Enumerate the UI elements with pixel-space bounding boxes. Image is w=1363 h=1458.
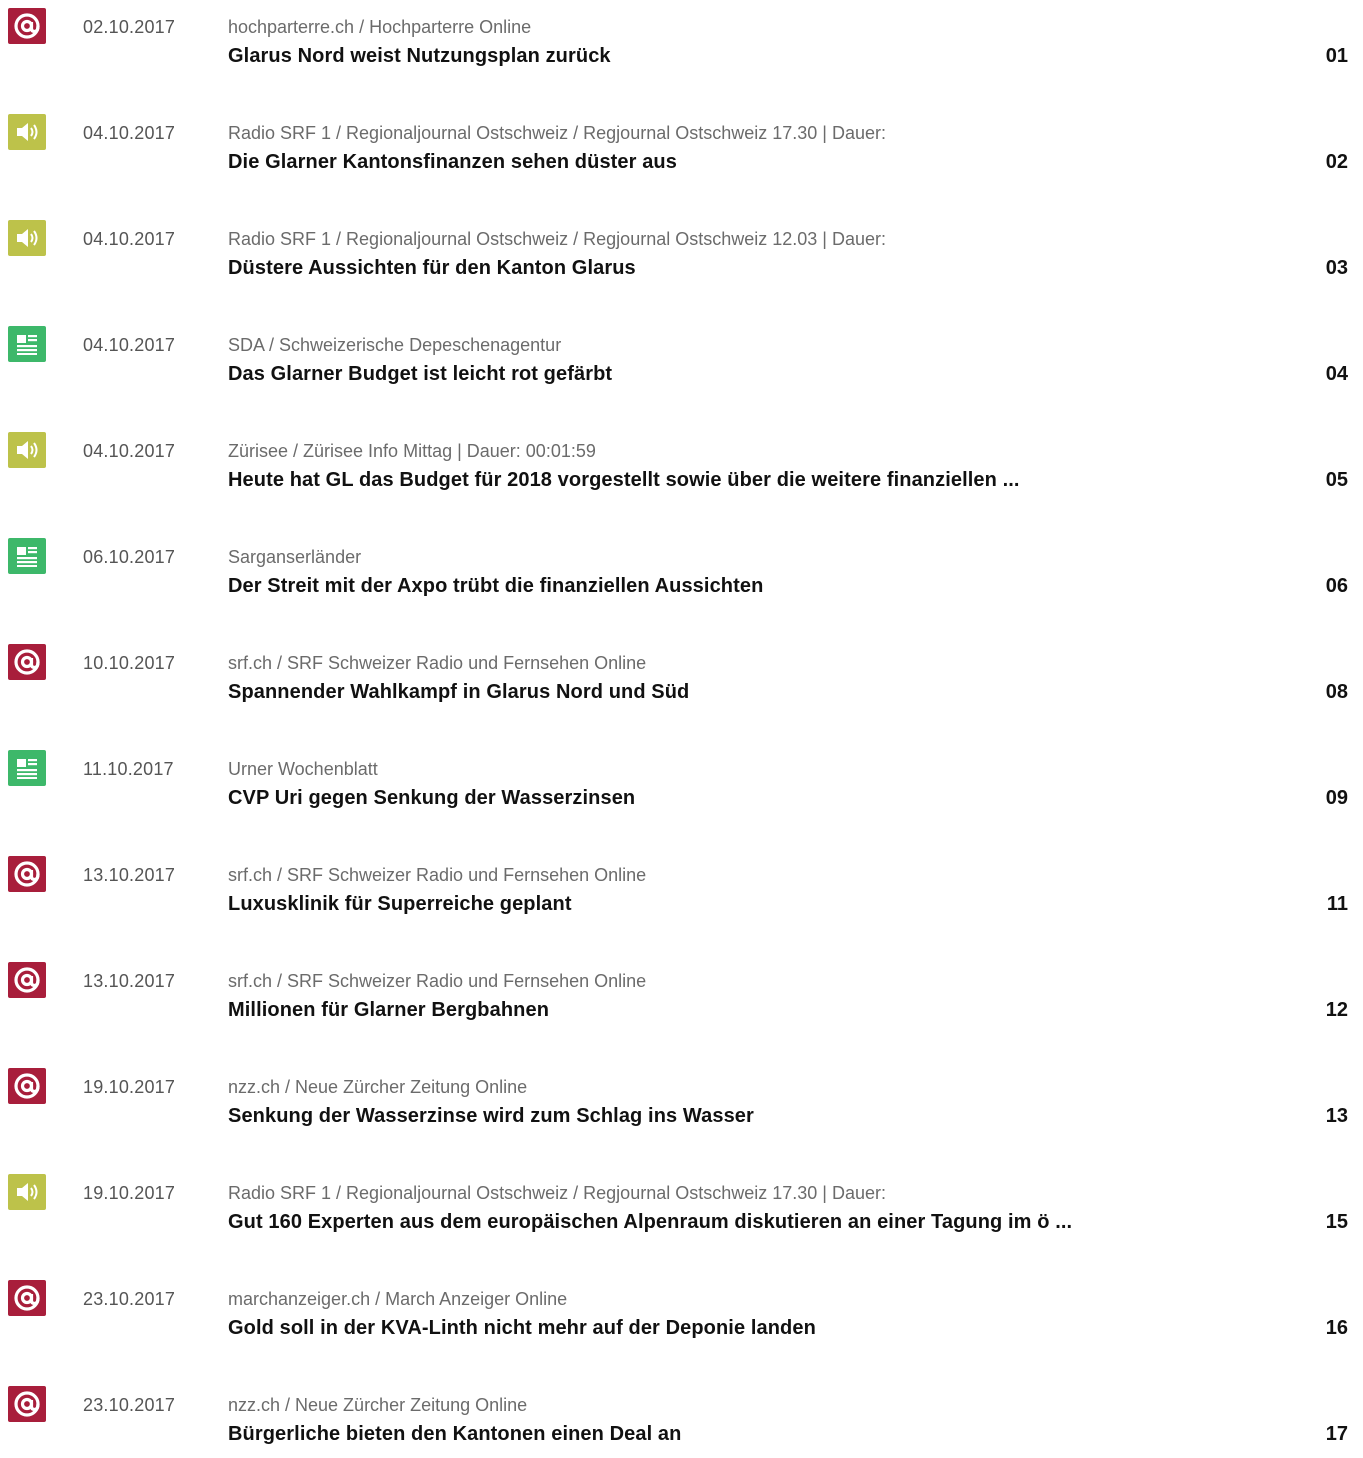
- item-title-link[interactable]: Gut 160 Experten aus dem europäischen Al…: [228, 1211, 1072, 1234]
- item-page-number[interactable]: 11: [1327, 893, 1348, 916]
- item-source: Urner Wochenblatt: [228, 759, 378, 779]
- item-source: Radio SRF 1 / Regionaljournal Ostschweiz…: [228, 123, 886, 143]
- item-date: 11.10.2017: [83, 759, 174, 779]
- at-sign-icon: [8, 1280, 46, 1316]
- item-title-link[interactable]: CVP Uri gegen Senkung der Wasserzinsen: [228, 787, 635, 810]
- list-item[interactable]: 13.10.2017 srf.ch / SRF Schweizer Radio u…: [0, 848, 1363, 928]
- item-source: Radio SRF 1 / Regionaljournal Ostschweiz…: [228, 1183, 886, 1203]
- item-date: 04.10.2017: [83, 229, 176, 249]
- item-page-number[interactable]: 03: [1326, 257, 1348, 280]
- item-source: srf.ch / SRF Schweizer Radio und Fernseh…: [228, 865, 647, 885]
- at-sign-icon: [8, 856, 46, 892]
- item-source: nzz.ch / Neue Zürcher Zeitung Online: [228, 1395, 528, 1415]
- list-item[interactable]: 02.10.2017 hochparterre.ch / Hochparterre…: [0, 0, 1363, 80]
- item-date: 06.10.2017: [83, 547, 176, 567]
- item-date: 23.10.2017: [83, 1289, 176, 1309]
- item-date: 19.10.2017: [83, 1183, 176, 1203]
- list-item[interactable]: 23.10.2017 marchanzeiger.ch / March Anzei…: [0, 1272, 1363, 1352]
- at-sign-icon: [8, 962, 46, 998]
- speaker-icon: [8, 432, 46, 468]
- list-item[interactable]: 11.10.2017 Urner Wochenblatt CVP Uri gegen…: [0, 742, 1363, 822]
- list-item[interactable]: 23.10.2017 nzz.ch / Neue Zürcher Zeitung …: [0, 1378, 1363, 1458]
- newspaper-icon: [8, 538, 46, 574]
- item-date: 04.10.2017: [83, 335, 176, 355]
- item-title-link[interactable]: Millionen für Glarner Bergbahnen: [228, 999, 549, 1022]
- item-page-number[interactable]: 16: [1326, 1317, 1348, 1340]
- item-source: hochparterre.ch / Hochparterre Online: [228, 17, 532, 37]
- list-item[interactable]: 10.10.2017 srf.ch / SRF Schweizer Radio u…: [0, 636, 1363, 716]
- item-title-link[interactable]: Düstere Aussichten für den Kanton Glarus: [228, 257, 636, 280]
- list-item[interactable]: 13.10.2017 srf.ch / SRF Schweizer Radio u…: [0, 954, 1363, 1034]
- list-item[interactable]: 06.10.2017 Sarganserländer Der Streit mit …: [0, 530, 1363, 610]
- list-item[interactable]: 19.10.2017 Radio SRF 1 / Regionaljournal …: [0, 1166, 1363, 1246]
- item-date: 04.10.2017: [83, 123, 176, 143]
- item-page-number[interactable]: 01: [1326, 45, 1348, 68]
- at-sign-icon: [8, 644, 46, 680]
- item-title-link[interactable]: Der Streit mit der Axpo trübt die finanz…: [228, 575, 763, 598]
- item-date: 02.10.2017: [83, 17, 176, 37]
- item-source: srf.ch / SRF Schweizer Radio und Fernseh…: [228, 653, 647, 673]
- item-page-number[interactable]: 04: [1326, 363, 1348, 386]
- at-sign-icon: [8, 1068, 46, 1104]
- item-date: 13.10.2017: [83, 971, 176, 991]
- item-source: SDA / Schweizerische Depeschenagentur: [228, 335, 562, 355]
- item-title-link[interactable]: Das Glarner Budget ist leicht rot gefärb…: [228, 363, 612, 386]
- at-sign-icon: [8, 1386, 46, 1422]
- item-source: nzz.ch / Neue Zürcher Zeitung Online: [228, 1077, 528, 1097]
- newspaper-icon: [8, 326, 46, 362]
- item-date: 04.10.2017: [83, 441, 176, 461]
- list-item[interactable]: 19.10.2017 nzz.ch / Neue Zürcher Zeitung …: [0, 1060, 1363, 1140]
- list-item[interactable]: 04.10.2017 Zürisee / Zürisee Info Mittag …: [0, 424, 1363, 504]
- item-page-number[interactable]: 13: [1326, 1105, 1348, 1128]
- item-page-number[interactable]: 12: [1326, 999, 1348, 1022]
- newspaper-icon: [8, 750, 46, 786]
- item-source: srf.ch / SRF Schweizer Radio und Fernseh…: [228, 971, 647, 991]
- list-item[interactable]: 04.10.2017 SDA / Schweizerische Depeschen…: [0, 318, 1363, 398]
- item-page-number[interactable]: 06: [1326, 575, 1348, 598]
- item-title-link[interactable]: Die Glarner Kantonsfinanzen sehen düster…: [228, 151, 677, 174]
- item-source: Zürisee / Zürisee Info Mittag | Dauer: 0…: [228, 441, 596, 461]
- speaker-icon: [8, 114, 46, 150]
- speaker-icon: [8, 220, 46, 256]
- item-title-link[interactable]: Glarus Nord weist Nutzungsplan zurück: [228, 45, 611, 68]
- item-page-number[interactable]: 05: [1326, 469, 1348, 492]
- list-item[interactable]: 04.10.2017 Radio SRF 1 / Regionaljournal …: [0, 212, 1363, 292]
- at-sign-icon: [8, 8, 46, 44]
- item-title-link[interactable]: Spannender Wahlkampf in Glarus Nord und …: [228, 681, 689, 704]
- item-title-link[interactable]: Senkung der Wasserzinse wird zum Schlag …: [228, 1105, 754, 1128]
- list-item[interactable]: 04.10.2017 Radio SRF 1 / Regionaljournal …: [0, 106, 1363, 186]
- item-date: 19.10.2017: [83, 1077, 176, 1097]
- item-title-link[interactable]: Luxusklinik für Superreiche geplant: [228, 893, 572, 916]
- item-page-number[interactable]: 02: [1326, 151, 1348, 174]
- item-title-link[interactable]: Gold soll in der KVA-Linth nicht mehr au…: [228, 1317, 816, 1340]
- item-date: 23.10.2017: [83, 1395, 176, 1415]
- item-date: 13.10.2017: [83, 865, 176, 885]
- item-title-link[interactable]: Heute hat GL das Budget für 2018 vorgest…: [228, 469, 1020, 492]
- item-page-number[interactable]: 08: [1326, 681, 1348, 704]
- item-source: marchanzeiger.ch / March Anzeiger Online: [228, 1289, 568, 1309]
- item-source: Sarganserländer: [228, 547, 362, 567]
- item-source: Radio SRF 1 / Regionaljournal Ostschweiz…: [228, 229, 886, 249]
- speaker-icon: [8, 1174, 46, 1210]
- item-page-number[interactable]: 15: [1326, 1211, 1348, 1234]
- item-date: 10.10.2017: [83, 653, 176, 673]
- item-page-number[interactable]: 09: [1326, 787, 1348, 810]
